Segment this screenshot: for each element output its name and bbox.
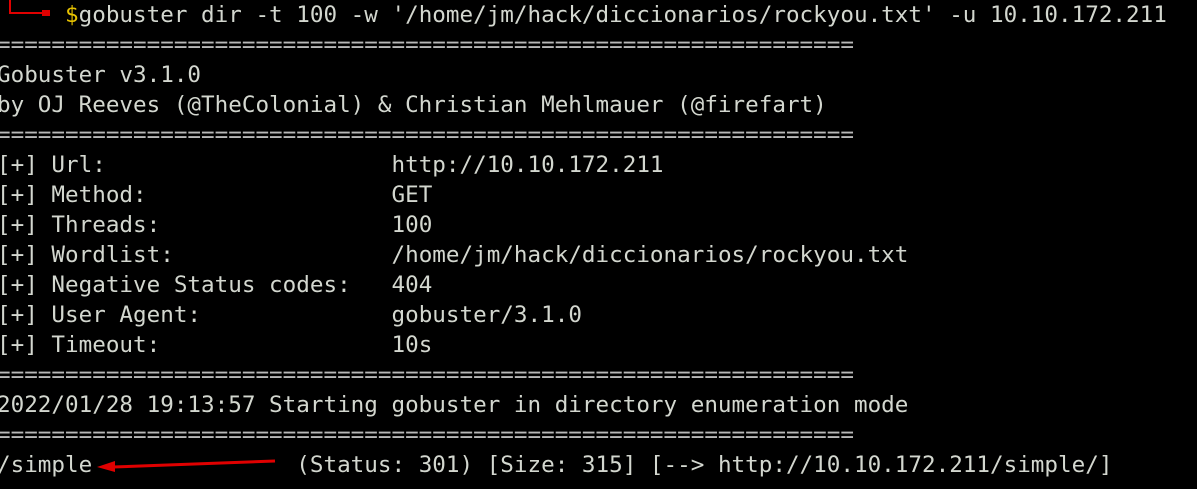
config-label: [+] Wordlist: (0, 242, 392, 268)
command-line: $gobuster dir -t 100 -w '/home/jm/hack/d… (0, 0, 1167, 30)
separator: ========================================… (0, 122, 854, 148)
config-timeout: [+] Timeout: 10s (0, 330, 1167, 360)
config-label: [+] Method: (0, 182, 392, 208)
start-message: 2022/01/28 19:13:57 Starting gobuster in… (0, 392, 909, 418)
command-text: gobuster dir -t 100 -w '/home/jm/hack/di… (78, 2, 1167, 28)
config-threads: [+] Threads: 100 (0, 210, 1167, 240)
separator: ========================================… (0, 32, 854, 58)
config-url: [+] Url: http://10.10.172.211 (0, 150, 1167, 180)
config-label: [+] Url: (0, 152, 392, 178)
config-value: GET (391, 182, 433, 208)
config-value: http://10.10.172.211 (391, 152, 664, 178)
config-label: [+] Timeout: (0, 332, 392, 358)
config-method: [+] Method: GET (0, 180, 1167, 210)
prompt-symbol: $ (65, 2, 79, 28)
config-value: gobuster/3.1.0 (391, 302, 582, 328)
config-negative-status: [+] Negative Status codes: 404 (0, 270, 1167, 300)
config-wordlist: [+] Wordlist: /home/jm/hack/diccionarios… (0, 240, 1167, 270)
config-value: 100 (391, 212, 433, 238)
terminal-output: $gobuster dir -t 100 -w '/home/jm/hack/d… (0, 0, 1167, 480)
config-label: [+] Negative Status codes: (0, 272, 392, 298)
result-details: (Status: 301) [Size: 315] [--> http://10… (296, 452, 1113, 478)
separator: ========================================… (0, 422, 854, 448)
config-user-agent: [+] User Agent: gobuster/3.1.0 (0, 300, 1167, 330)
config-label: [+] User Agent: (0, 302, 392, 328)
separator: ========================================… (0, 362, 854, 388)
banner-authors: by OJ Reeves (@TheColonial) & Christian … (0, 92, 827, 118)
banner-version: Gobuster v3.1.0 (0, 62, 202, 88)
result-path: /simple (0, 452, 93, 478)
config-value: /home/jm/hack/diccionarios/rockyou.txt (391, 242, 909, 268)
config-value: 10s (391, 332, 433, 358)
config-label: [+] Threads: (0, 212, 392, 238)
annotation-arrow-icon (9, 0, 50, 16)
config-value: 404 (391, 272, 433, 298)
annotation-arrow-icon (97, 459, 276, 472)
